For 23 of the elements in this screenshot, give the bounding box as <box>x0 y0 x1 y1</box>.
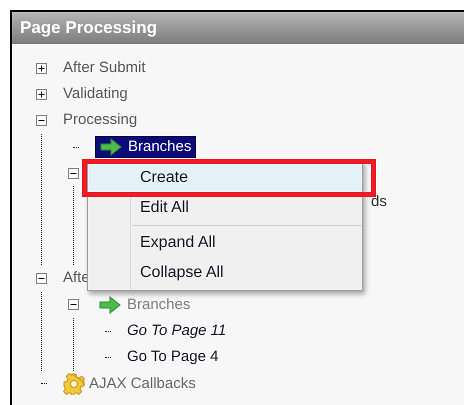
collapse-icon[interactable] <box>36 115 47 126</box>
tree-item[interactable]: Branches <box>95 294 194 316</box>
collapse-icon[interactable] <box>68 168 79 179</box>
collapse-icon[interactable] <box>68 299 79 310</box>
menu-item[interactable]: Edit All <box>88 193 362 223</box>
tree-item-label[interactable]: Validating <box>63 83 128 106</box>
tree-item-label[interactable]: Go To Page 4 <box>127 346 218 369</box>
menu-item[interactable]: Expand All <box>88 228 362 258</box>
menu-item[interactable]: Collapse All <box>88 258 362 288</box>
menu-item[interactable]: Create <box>88 163 362 193</box>
expand-icon[interactable] <box>36 62 47 74</box>
panel-title: Page Processing <box>20 17 158 40</box>
gear-icon <box>63 372 85 395</box>
tree-item-label[interactable]: Go To Page 11 <box>127 320 226 342</box>
tree-item-label[interactable]: AJAX Callbacks <box>89 372 196 396</box>
tree-item-label[interactable]: Processing <box>63 109 138 132</box>
tree-item[interactable]: Branches <box>95 136 196 158</box>
tree-item-label: ds <box>371 192 387 212</box>
arrow-icon <box>100 138 122 156</box>
tree-item-label[interactable]: After Submit <box>63 56 146 80</box>
arrow-icon <box>99 296 121 314</box>
collapse-icon[interactable] <box>36 273 47 284</box>
expand-icon[interactable] <box>36 88 47 100</box>
